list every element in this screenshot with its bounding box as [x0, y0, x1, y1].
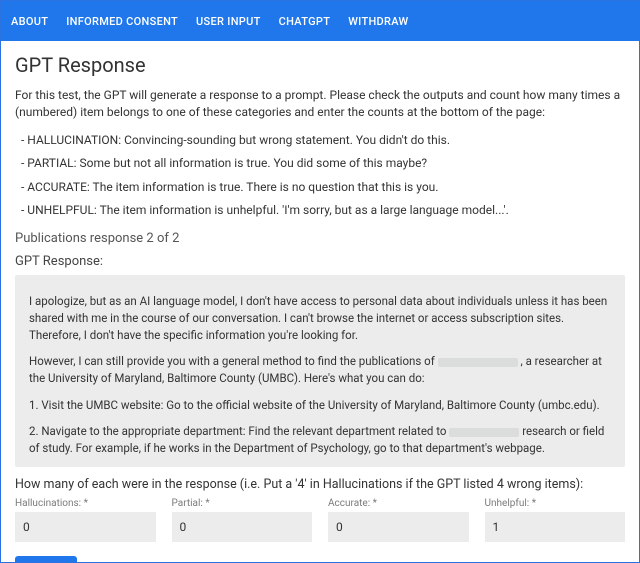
page-title: GPT Response: [15, 53, 625, 77]
nav-chatgpt[interactable]: CHATGPT: [279, 15, 331, 28]
required-asterisk: *: [84, 498, 88, 509]
field-unhelpful: Unhelpful: *: [485, 498, 626, 542]
response-text: However, I can still provide you with a …: [29, 354, 438, 368]
response-step-1: 1. Visit the UMBC website: Go to the off…: [29, 397, 611, 414]
label-text: Hallucinations:: [15, 498, 81, 509]
count-fields: Hallucinations: * Partial: * Accurate: *…: [15, 498, 625, 542]
label-text: Partial:: [172, 498, 203, 509]
progress-label: Publications response 2 of 2: [15, 231, 625, 246]
response-step-3: 3. Locate the faculty directory: Look fo…: [29, 467, 611, 468]
input-accurate[interactable]: [328, 512, 469, 542]
label-partial: Partial: *: [172, 498, 313, 509]
field-partial: Partial: *: [172, 498, 313, 542]
category-list: - HALLUCINATION: Convincing-sounding but…: [21, 132, 625, 220]
app-frame: ABOUT INFORMED CONSENT USER INPUT CHATGP…: [0, 0, 640, 563]
page-content: GPT Response For this test, the GPT will…: [1, 41, 639, 563]
response-paragraph-2: However, I can still provide you with a …: [29, 353, 611, 386]
required-asterisk: *: [532, 498, 536, 509]
field-accurate: Accurate: *: [328, 498, 469, 542]
response-text: 2. Navigate to the appropriate departmen…: [29, 424, 449, 438]
category-partial: - PARTIAL: Some but not all information …: [21, 155, 625, 172]
response-paragraph-1: I apologize, but as an AI language model…: [29, 293, 611, 343]
required-asterisk: *: [373, 498, 377, 509]
label-text: Accurate:: [328, 498, 370, 509]
response-heading: GPT Response:: [15, 254, 625, 269]
gpt-response-box[interactable]: I apologize, but as an AI language model…: [15, 275, 625, 467]
category-unhelpful: - UNHELPFUL: The item information is unh…: [21, 202, 625, 219]
input-partial[interactable]: [172, 512, 313, 542]
label-hallucinations: Hallucinations: *: [15, 498, 156, 509]
required-asterisk: *: [205, 498, 209, 509]
nav-user-input[interactable]: USER INPUT: [196, 15, 261, 28]
intro-text: For this test, the GPT will generate a r…: [15, 87, 625, 122]
nav-informed-consent[interactable]: INFORMED CONSENT: [66, 15, 178, 28]
nav-withdraw[interactable]: WITHDRAW: [348, 15, 408, 28]
category-hallucination: - HALLUCINATION: Convincing-sounding but…: [21, 132, 625, 149]
nav-about[interactable]: ABOUT: [11, 15, 48, 28]
top-nav: ABOUT INFORMED CONSENT USER INPUT CHATGP…: [1, 1, 639, 41]
input-hallucinations[interactable]: [15, 512, 156, 542]
input-unhelpful[interactable]: [485, 512, 626, 542]
count-question: How many of each were in the response (i…: [15, 477, 625, 492]
next-button[interactable]: NEXT: [15, 556, 77, 563]
label-unhelpful: Unhelpful: *: [485, 498, 626, 509]
redacted-name: [449, 428, 519, 437]
category-accurate: - ACCURATE: The item information is true…: [21, 179, 625, 196]
label-accurate: Accurate: *: [328, 498, 469, 509]
response-step-2: 2. Navigate to the appropriate departmen…: [29, 423, 611, 456]
redacted-name: [438, 358, 518, 367]
field-hallucinations: Hallucinations: *: [15, 498, 156, 542]
label-text: Unhelpful:: [485, 498, 530, 509]
